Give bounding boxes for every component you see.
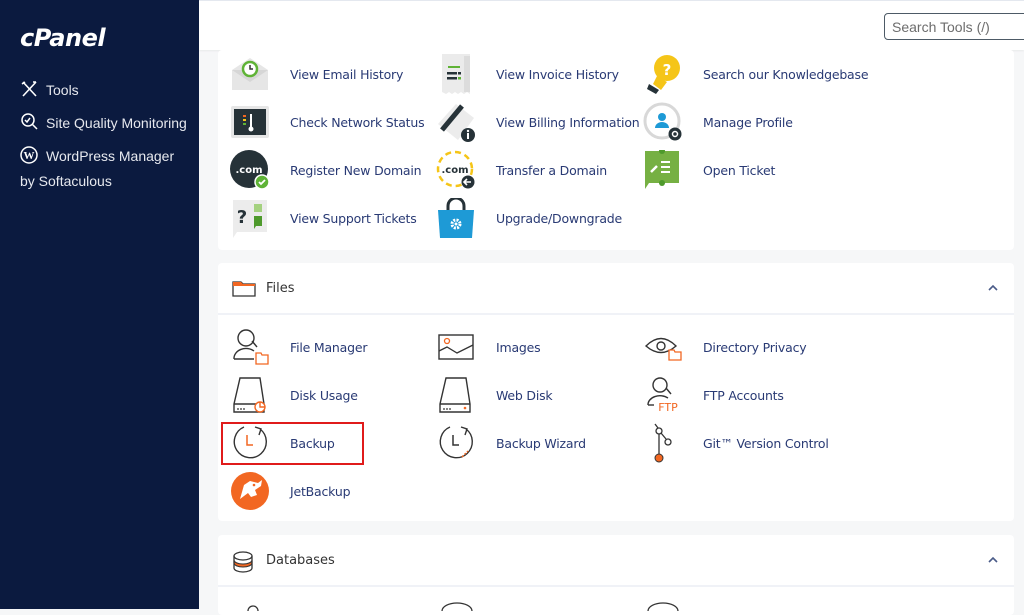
sidebar-item-site-quality[interactable]: Site Quality Monitoring (20, 111, 190, 136)
tool-backup[interactable]: Backup (230, 423, 430, 463)
tool-label: View Billing Information (496, 114, 640, 130)
search-tools-input[interactable] (884, 13, 1024, 40)
files-panel: Files File Manager Disk Usage Backup Jet… (218, 263, 1014, 521)
tool-label: Git™ Version Control (703, 435, 829, 451)
ftp-accounts-icon: FTP (647, 377, 678, 414)
tool-search-knowledgebase[interactable]: ? Search our Knowledgebase (643, 54, 869, 94)
chevron-up-icon[interactable] (986, 553, 1000, 567)
database-tool-icon (647, 602, 679, 611)
tool-open-ticket[interactable]: Open Ticket (643, 150, 843, 190)
backup-icon (233, 426, 267, 459)
sidebar-item-label: WordPress Manager by Softaculous (20, 148, 175, 189)
jetbackup-icon (231, 472, 269, 510)
tool-file-manager[interactable]: File Manager (230, 327, 430, 367)
files-panel-title: Files (266, 281, 295, 296)
tool-view-invoice-history[interactable]: View Invoice History (436, 54, 636, 94)
tool-label: Check Network Status (290, 114, 425, 130)
tool-label: View Invoice History (496, 66, 619, 82)
profile-icon (643, 102, 682, 141)
tool-label: View Email History (290, 66, 404, 82)
register-domain-icon: .com (230, 150, 270, 190)
tool-label: View Support Tickets (290, 210, 417, 226)
sidebar-nav: Tools Site Quality Monitoring W WordPress… (20, 78, 190, 202)
tool-disk-usage[interactable]: Disk Usage (230, 375, 430, 415)
email-history-icon (232, 58, 268, 90)
tool-label: File Manager (290, 339, 368, 355)
tool-transfer-a-domain[interactable]: .com Transfer a Domain (436, 150, 636, 190)
tool-images[interactable]: Images (436, 327, 636, 367)
open-ticket-icon (645, 150, 679, 189)
tool-label: FTP Accounts (703, 387, 784, 403)
directory-privacy-icon (644, 337, 682, 361)
sidebar-item-tools[interactable]: Tools (20, 78, 190, 103)
svg-text:?: ? (237, 207, 247, 228)
databases-panel: Databases (218, 535, 1014, 615)
support-tickets-icon: ? (233, 200, 267, 238)
backup-wizard-icon (439, 426, 473, 459)
tool-jetbackup[interactable]: JetBackup (230, 471, 430, 511)
tool-label: Manage Profile (703, 114, 793, 130)
git-icon (654, 423, 672, 463)
images-icon (438, 334, 474, 360)
tool-label: Images (496, 339, 541, 355)
file-manager-icon (233, 329, 269, 365)
transfer-domain-icon: .com (436, 150, 475, 189)
tool-ftp-accounts[interactable]: FTP FTP Accounts (643, 375, 843, 415)
tool-label: Web Disk (496, 387, 553, 403)
network-status-icon (231, 106, 269, 138)
svg-text:FTP: FTP (658, 401, 678, 414)
site-quality-icon (21, 113, 38, 130)
tool-label: Disk Usage (290, 387, 358, 403)
tool-upgrade-downgrade[interactable]: Upgrade/Downgrade (436, 198, 636, 238)
database-tool-icon (247, 605, 259, 611)
folder-icon (232, 281, 256, 297)
web-disk-icon (439, 377, 471, 413)
tool-label: Open Ticket (703, 162, 776, 178)
svg-text:?: ? (663, 61, 672, 79)
tool-git-version-control[interactable]: Git™ Version Control (643, 423, 843, 463)
databases-panel-title: Databases (266, 553, 335, 568)
billing-card-icon (438, 104, 475, 142)
sidebar-item-wordpress[interactable]: W WordPress Manager by Softaculous (20, 144, 190, 194)
wordpress-icon: W (20, 146, 38, 164)
tool-view-billing-information[interactable]: View Billing Information (436, 102, 640, 142)
tool-directory-privacy[interactable]: Directory Privacy (643, 327, 843, 367)
tool-backup-wizard[interactable]: Backup Wizard (436, 423, 636, 463)
sidebar: cPanel Tools Site Quality Monitoring W Wo… (0, 0, 199, 609)
tool-label: Backup (290, 435, 335, 451)
tool-web-disk[interactable]: Web Disk (436, 375, 636, 415)
top-bar (199, 0, 1024, 50)
database-icon (233, 551, 253, 573)
files-panel-header[interactable]: Files (218, 263, 1014, 315)
databases-panel-header[interactable]: Databases (218, 535, 1014, 587)
tool-label: Directory Privacy (703, 339, 807, 355)
chevron-up-icon[interactable] (986, 281, 1000, 295)
tool-label: Search our Knowledgebase (703, 66, 869, 82)
tool-label: JetBackup (290, 483, 351, 499)
sidebar-item-label: Site Quality Monitoring (46, 115, 187, 131)
tool-register-new-domain[interactable]: .com Register New Domain (230, 150, 430, 190)
upgrade-bag-icon (438, 198, 474, 238)
svg-text:.com: .com (441, 165, 468, 176)
sidebar-item-label: Tools (46, 82, 79, 98)
tool-label: Register New Domain (290, 162, 422, 178)
svg-text:.com: .com (235, 165, 262, 176)
general-panel: View Email History Check Network Status … (218, 50, 1014, 250)
tool-label: Backup Wizard (496, 435, 586, 451)
tools-icon (21, 81, 37, 97)
tool-label: Upgrade/Downgrade (496, 210, 623, 226)
lightbulb-icon: ? (647, 55, 680, 94)
invoice-icon (442, 54, 470, 94)
disk-usage-icon (233, 377, 266, 413)
svg-text:W: W (24, 150, 35, 162)
tool-label: Transfer a Domain (496, 162, 607, 178)
tool-view-email-history[interactable]: View Email History (230, 54, 430, 94)
tool-view-support-tickets[interactable]: ? View Support Tickets (230, 198, 430, 238)
tool-check-network-status[interactable]: Check Network Status (230, 102, 430, 142)
tool-manage-profile[interactable]: Manage Profile (643, 102, 843, 142)
database-tool-icon (441, 602, 473, 611)
cpanel-logo[interactable]: cPanel (20, 24, 106, 52)
